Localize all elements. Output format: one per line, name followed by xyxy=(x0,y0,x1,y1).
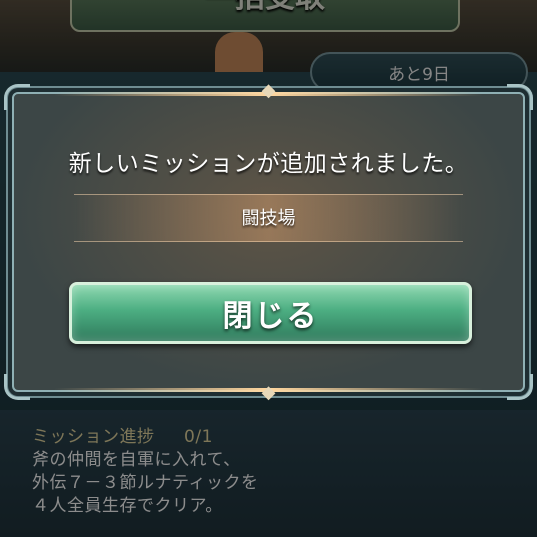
close-button[interactable]: 閉じる xyxy=(69,282,472,344)
dialog-message: 新しいミッションが追加されました。 xyxy=(68,151,469,177)
frame-corner-ornament xyxy=(4,84,30,110)
frame-corner-ornament xyxy=(507,84,533,110)
mission-name: 闘技場 xyxy=(241,208,296,229)
new-mission-dialog: ◆ ◆ 新しいミッションが追加されました。 闘技場 閉じる xyxy=(4,82,533,402)
top-ornament-icon: ◆ xyxy=(261,80,276,101)
bottom-ornament-icon: ◆ xyxy=(261,382,276,403)
frame-corner-ornament xyxy=(4,374,30,400)
